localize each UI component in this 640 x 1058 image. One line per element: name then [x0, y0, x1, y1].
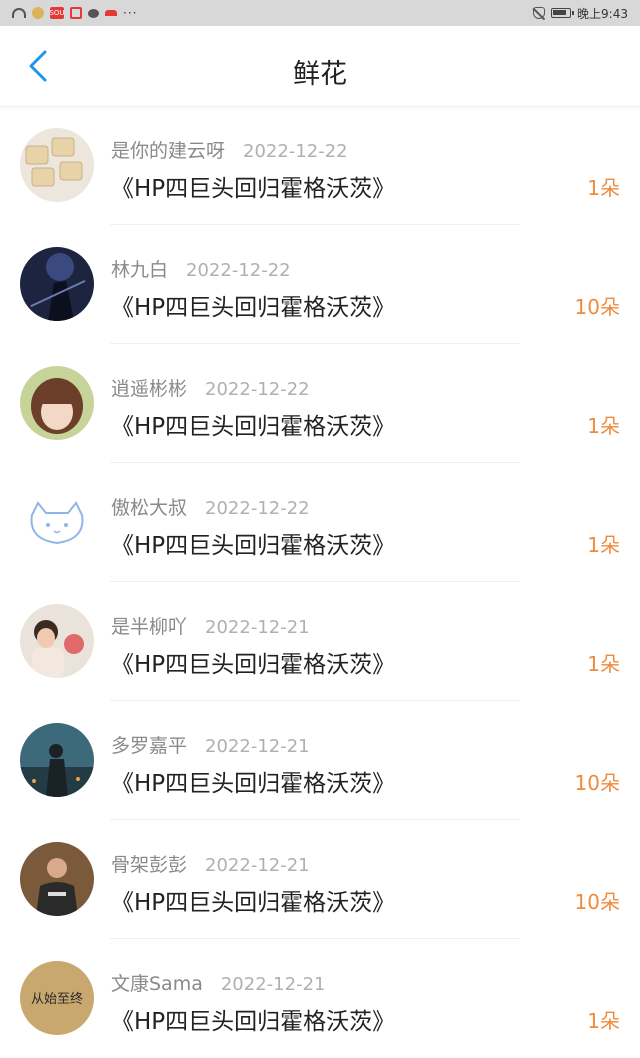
flower-list: 是你的建云呀 2022-12-22 《HP四巨头回归霍格沃茨》 1朵 林九白 2…	[0, 106, 640, 1058]
list-item[interactable]: 林九白 2022-12-22 《HP四巨头回归霍格沃茨》 10朵	[0, 225, 640, 344]
list-item[interactable]: 骨架彭彭 2022-12-21 《HP四巨头回归霍格沃茨》 10朵	[0, 820, 640, 939]
list-item[interactable]: 逍遥彬彬 2022-12-22 《HP四巨头回归霍格沃茨》 1朵	[0, 344, 640, 463]
page-title: 鲜花	[293, 59, 347, 90]
user-name: 逍遥彬彬	[111, 378, 188, 400]
avatar	[20, 128, 94, 202]
mute-icon	[533, 7, 546, 19]
user-line: 文康Sama 2022-12-21	[111, 969, 325, 996]
list-item[interactable]: 是半柳吖 2022-12-21 《HP四巨头回归霍格沃茨》 1朵	[0, 582, 640, 701]
flower-count: 10朵	[574, 771, 620, 795]
notification-red-icon	[105, 10, 117, 16]
gift-date: 2022-12-21	[205, 855, 310, 876]
gift-date: 2022-12-21	[220, 974, 326, 995]
notification-square-icon	[70, 7, 82, 19]
gift-date: 2022-12-21	[205, 617, 310, 638]
user-name: 是半柳吖	[111, 616, 188, 638]
gift-date: 2022-12-22	[205, 379, 310, 400]
list-item[interactable]: 多罗嘉平 2022-12-21 《HP四巨头回归霍格沃茨》 10朵	[0, 701, 640, 820]
work-title: 《HP四巨头回归霍格沃茨》	[111, 771, 396, 797]
flower-count: 10朵	[574, 295, 620, 319]
flower-count: 1朵	[587, 533, 620, 557]
user-line: 林九白 2022-12-22	[111, 255, 291, 282]
gift-date: 2022-12-22	[205, 498, 310, 519]
avatar	[20, 723, 94, 797]
gift-date: 2022-12-22	[186, 260, 291, 281]
work-title: 《HP四巨头回归霍格沃茨》	[111, 295, 396, 321]
user-name: 多罗嘉平	[111, 735, 188, 757]
status-left: SOU ···	[12, 6, 137, 20]
user-name: 林九白	[111, 259, 169, 281]
user-name: 是你的建云呀	[111, 140, 226, 162]
more-notifications-icon: ···	[123, 6, 138, 20]
avatar	[20, 604, 94, 678]
flower-count: 1朵	[587, 176, 620, 200]
flower-count: 1朵	[587, 652, 620, 676]
status-bar: SOU ··· 晚上9:43	[0, 0, 640, 26]
flower-count: 10朵	[574, 890, 620, 914]
user-line: 傲松大叔 2022-12-22	[111, 493, 310, 520]
flower-count: 1朵	[587, 1009, 620, 1033]
list-item[interactable]: 傲松大叔 2022-12-22 《HP四巨头回归霍格沃茨》 1朵	[0, 463, 640, 582]
wifi-icon	[12, 8, 26, 18]
user-line: 骨架彭彭 2022-12-21	[111, 850, 310, 877]
avatar	[20, 485, 94, 559]
user-line: 多罗嘉平 2022-12-21	[111, 731, 310, 758]
work-title: 《HP四巨头回归霍格沃茨》	[111, 414, 396, 440]
avatar-text: 从始至终	[31, 991, 83, 1007]
notification-badge-icon: SOU	[49, 7, 65, 19]
nav-header: 鲜花	[0, 26, 640, 107]
user-line: 是你的建云呀 2022-12-22	[111, 136, 348, 163]
work-title: 《HP四巨头回归霍格沃茨》	[111, 652, 396, 678]
gift-date: 2022-12-21	[205, 736, 310, 757]
wechat-icon	[88, 8, 99, 18]
user-name: 文康Sama	[111, 973, 203, 995]
work-title: 《HP四巨头回归霍格沃茨》	[111, 1009, 396, 1035]
work-title: 《HP四巨头回归霍格沃茨》	[111, 533, 396, 559]
avatar	[20, 247, 94, 321]
user-line: 逍遥彬彬 2022-12-22	[111, 374, 310, 401]
battery-icon	[551, 8, 575, 18]
notification-app-icon	[32, 7, 44, 19]
status-time: 晚上9:43	[577, 6, 628, 21]
user-name: 骨架彭彭	[111, 854, 188, 876]
flower-count: 1朵	[587, 414, 620, 438]
user-line: 是半柳吖 2022-12-21	[111, 612, 310, 639]
avatar	[20, 842, 94, 916]
gift-date: 2022-12-22	[243, 141, 348, 162]
list-item[interactable]: 从始至终 文康Sama 2022-12-21 《HP四巨头回归霍格沃茨》 1朵	[0, 939, 640, 1058]
user-name: 傲松大叔	[111, 497, 188, 519]
list-item[interactable]: 是你的建云呀 2022-12-22 《HP四巨头回归霍格沃茨》 1朵	[0, 106, 640, 225]
work-title: 《HP四巨头回归霍格沃茨》	[111, 890, 396, 916]
status-right: 晚上9:43	[533, 5, 628, 22]
avatar	[20, 366, 94, 440]
work-title: 《HP四巨头回归霍格沃茨》	[111, 176, 396, 202]
